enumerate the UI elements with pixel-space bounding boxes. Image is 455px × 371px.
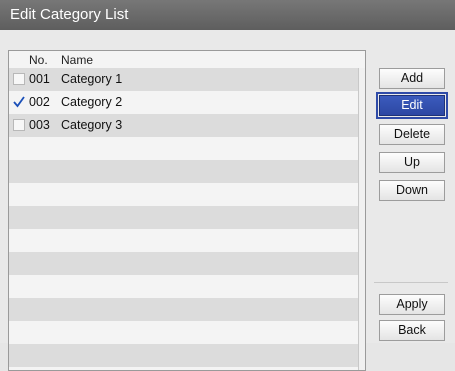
list-row-003[interactable]: 003 Category 3	[9, 114, 358, 137]
window-title: Edit Category List	[10, 6, 129, 23]
row-name: Category 3	[61, 118, 123, 132]
empty-row	[9, 137, 358, 160]
back-button[interactable]: Back	[379, 320, 445, 341]
empty-row	[9, 206, 358, 229]
row-name: Category 2	[61, 95, 123, 109]
list-header: No. Name	[9, 51, 365, 69]
column-header-name: Name	[61, 53, 94, 67]
list-row-001[interactable]: 001 Category 1	[9, 68, 358, 91]
column-header-no: No.	[29, 53, 48, 67]
row-name: Category 1	[61, 72, 123, 86]
empty-row	[9, 344, 358, 367]
add-button[interactable]: Add	[379, 68, 445, 89]
empty-row	[9, 160, 358, 183]
empty-row	[9, 321, 358, 344]
list-scrollbar[interactable]	[358, 68, 365, 370]
row-checkbox-checked[interactable]	[13, 96, 25, 108]
empty-row	[9, 183, 358, 206]
dialog-panel: No. Name 001 Category 1 002 Category 2 0…	[0, 30, 455, 371]
edit-button[interactable]: Edit	[376, 92, 448, 119]
checkmark-icon	[13, 96, 25, 108]
row-checkbox[interactable]	[13, 119, 25, 131]
row-number: 003	[29, 118, 50, 132]
row-checkbox[interactable]	[13, 73, 25, 85]
window-title-bar: Edit Category List	[0, 0, 455, 30]
apply-button[interactable]: Apply	[379, 294, 445, 315]
row-number: 002	[29, 95, 50, 109]
list-row-002[interactable]: 002 Category 2	[9, 91, 358, 114]
empty-row	[9, 229, 358, 252]
category-list[interactable]: No. Name 001 Category 1 002 Category 2 0…	[8, 50, 366, 371]
empty-row	[9, 275, 358, 298]
down-button[interactable]: Down	[379, 180, 445, 201]
delete-button[interactable]: Delete	[379, 124, 445, 145]
list-rows: 001 Category 1 002 Category 2 003 Catego…	[9, 68, 358, 367]
button-divider	[374, 282, 448, 283]
row-number: 001	[29, 72, 50, 86]
empty-row	[9, 298, 358, 321]
up-button[interactable]: Up	[379, 152, 445, 173]
empty-row	[9, 252, 358, 275]
